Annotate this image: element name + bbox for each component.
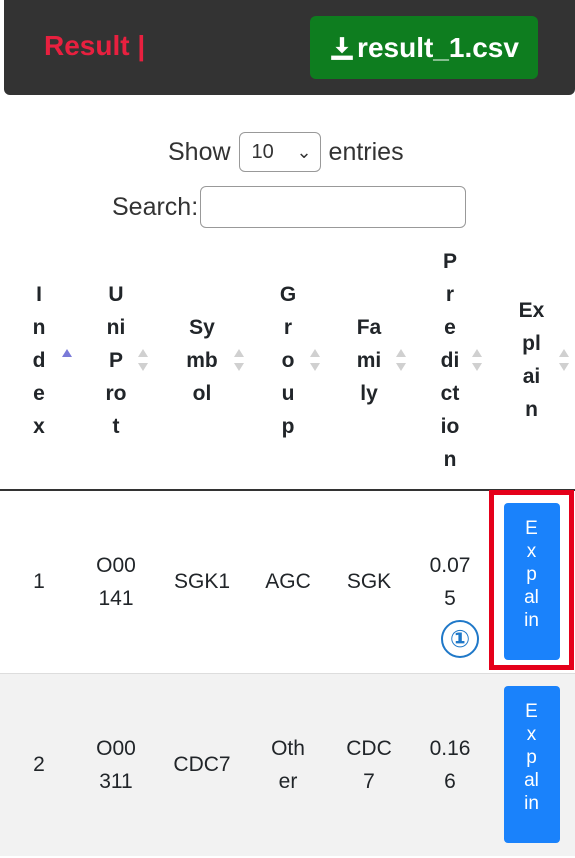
sort-icon [310, 349, 320, 371]
show-label: Show [168, 137, 231, 166]
sort-icon [396, 349, 406, 371]
search-input[interactable] [200, 186, 467, 228]
entries-select-value: 10 [251, 140, 274, 163]
explain-button[interactable]: E x p al in [503, 686, 560, 844]
cell-prediction: 0.16 6 [412, 672, 488, 856]
sort-icon [559, 349, 569, 371]
sort-icon [138, 349, 148, 371]
download-csv-button[interactable]: result_1.csv [310, 16, 538, 79]
step-marker: ① [441, 620, 479, 658]
column-header-explain[interactable]: Ex pl ai n [488, 231, 575, 491]
cell-uniprot: O00 141 [78, 490, 154, 673]
result-header-bar: Result | result_1.csv [4, 0, 575, 95]
entries-label: entries [328, 137, 404, 166]
sort-icon [234, 349, 244, 371]
table-row: 1 O00 141 SGK1 AGC SGK 0.07 5 E x p al i… [0, 490, 575, 673]
cell-uniprot: O00 311 [78, 672, 154, 856]
cell-index: 1 [0, 490, 78, 673]
chevron-down-icon: ⌄ [296, 141, 312, 162]
cell-family: CDC 7 [326, 672, 412, 856]
sort-asc-icon [62, 349, 72, 371]
cell-explain: E x p al in [488, 672, 575, 856]
cell-family: SGK [326, 490, 412, 673]
search-label: Search: [112, 192, 199, 221]
download-label: result_1.csv [357, 31, 519, 63]
cell-index: 2 [0, 672, 78, 856]
column-header-uniprot[interactable]: U ni P ro t [78, 231, 154, 491]
cell-symbol: CDC7 [154, 672, 250, 856]
download-icon [331, 36, 353, 60]
cell-symbol: SGK1 [154, 490, 250, 673]
sort-icon [472, 349, 482, 371]
cell-group: Oth er [250, 672, 326, 856]
column-header-index[interactable]: I n d e x [0, 231, 78, 491]
entries-length-control: Show 10 ⌄ entries [168, 132, 404, 172]
table-header-row: I n d e x U ni P ro t Sy mb ol G r o u p… [0, 231, 575, 491]
explain-button[interactable]: E x p al in [503, 503, 560, 661]
column-header-family[interactable]: Fa mi ly [326, 231, 412, 491]
column-header-prediction[interactable]: P r e di ct io n [412, 231, 488, 491]
column-header-symbol[interactable]: Sy mb ol [154, 231, 250, 491]
cell-group: AGC [250, 490, 326, 673]
cell-explain: E x p al in [488, 490, 575, 673]
result-title: Result | [44, 30, 146, 61]
column-header-group[interactable]: G r o u p [250, 231, 326, 491]
table-row: 2 O00 311 CDC7 Oth er CDC 7 0.16 6 E x p… [0, 672, 575, 856]
entries-select[interactable]: 10 ⌄ [238, 132, 321, 172]
search-control: Search: [112, 186, 467, 228]
results-table: I n d e x U ni P ro t Sy mb ol G r o u p… [0, 231, 575, 856]
